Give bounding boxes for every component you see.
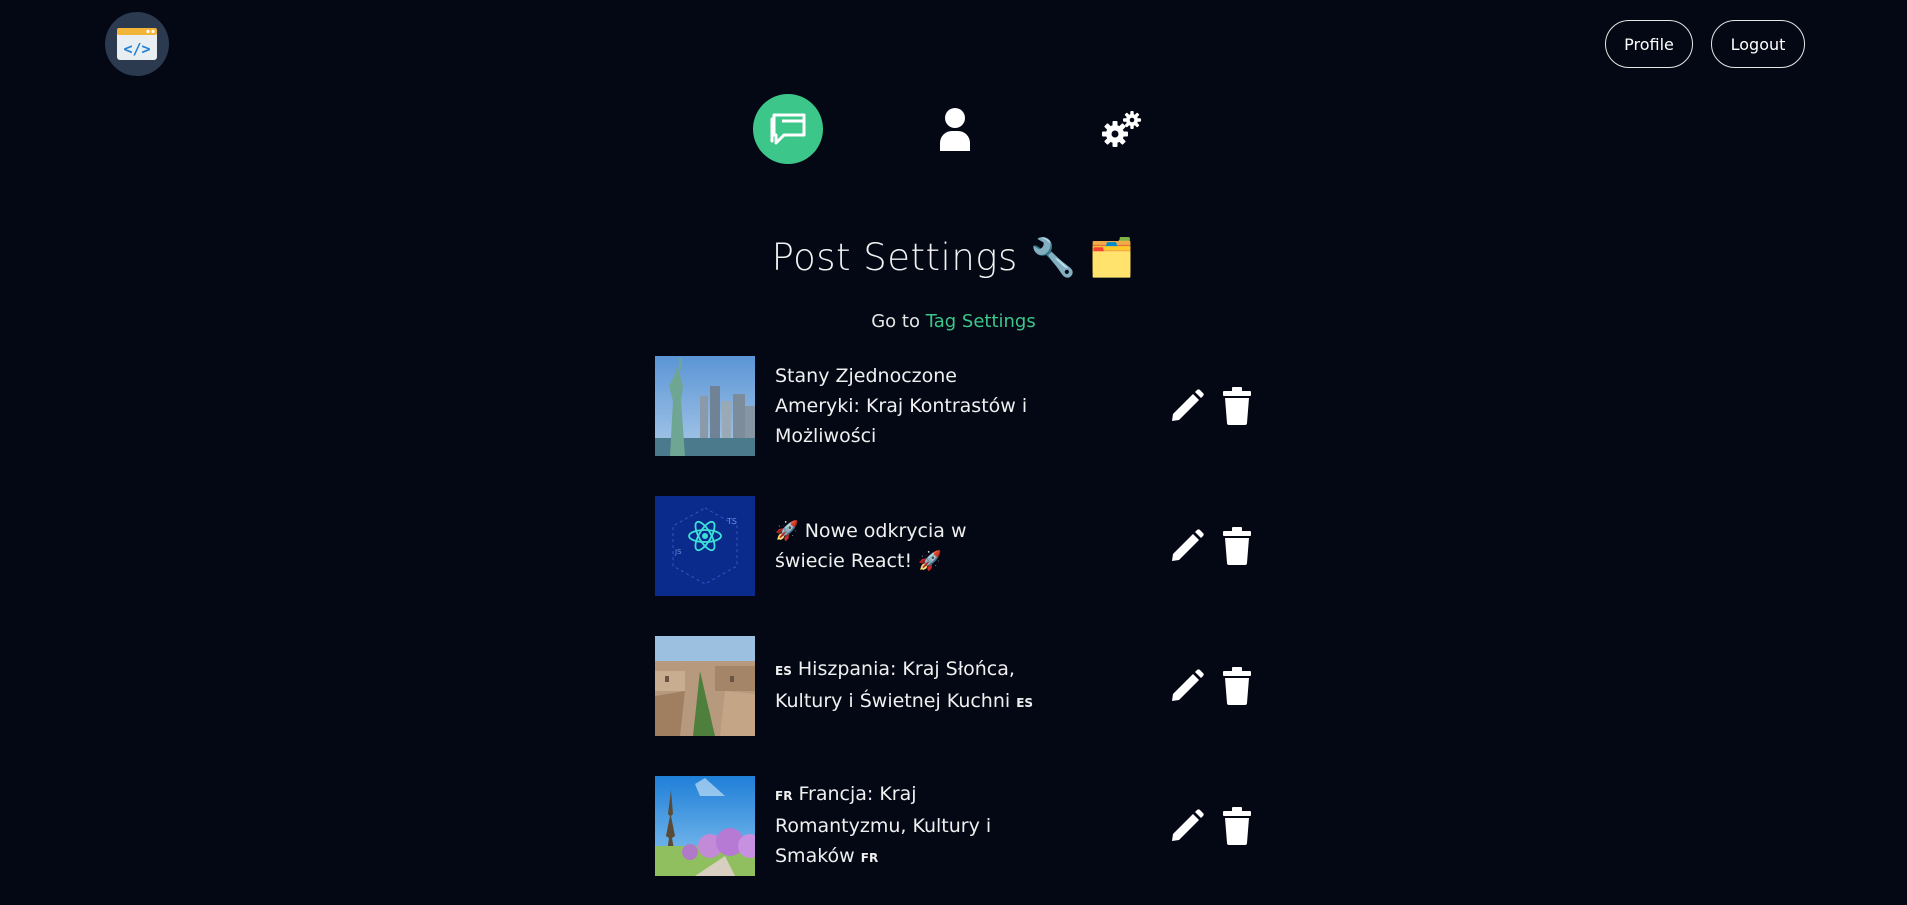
edit-button[interactable]: [1167, 806, 1207, 846]
tag-settings-link[interactable]: Tag Settings: [926, 311, 1036, 332]
flag-es: ES: [1016, 696, 1034, 710]
delete-button[interactable]: [1217, 806, 1257, 846]
delete-button[interactable]: [1217, 666, 1257, 706]
trash-icon: [1223, 667, 1251, 705]
pencil-icon: [1172, 529, 1204, 561]
goto-prefix: Go to: [871, 311, 926, 332]
post-item: TS JS 🚀 Nowe odkrycia w świecie React! 🚀: [655, 496, 1255, 596]
edit-button[interactable]: [1167, 526, 1207, 566]
code-window-icon: </>: [117, 28, 157, 60]
goto-line: Go to Tag Settings: [0, 311, 1907, 332]
nav-user[interactable]: [920, 94, 990, 164]
post-title: FR Francja: Kraj Romantyzmu, Kultury i S…: [775, 776, 1040, 876]
post-title: Stany Zjednoczone Ameryki: Kraj Kontrast…: [775, 365, 1028, 447]
post-title-text: Francja: Kraj Romantyzmu, Kultury i Smak…: [775, 783, 992, 867]
edit-button[interactable]: [1167, 386, 1207, 426]
post-thumbnail[interactable]: [655, 776, 755, 876]
nav-posts[interactable]: [753, 94, 823, 164]
post-item: FR Francja: Kraj Romantyzmu, Kultury i S…: [655, 776, 1255, 876]
post-title: 🚀 Nowe odkrycia w świecie React! 🚀: [775, 520, 967, 572]
logout-button[interactable]: Logout: [1711, 20, 1805, 68]
flag-fr: FR: [775, 789, 793, 803]
trash-icon: [1223, 387, 1251, 425]
delete-button[interactable]: [1217, 386, 1257, 426]
trash-icon: [1223, 807, 1251, 845]
post-thumbnail[interactable]: [655, 356, 755, 456]
pencil-icon: [1172, 809, 1204, 841]
chat-post-icon: [770, 113, 806, 145]
nav-settings[interactable]: [1087, 94, 1157, 164]
pencil-icon: [1172, 389, 1204, 421]
edit-button[interactable]: [1167, 666, 1207, 706]
post-item: Stany Zjednoczone Ameryki: Kraj Kontrast…: [655, 356, 1255, 456]
flag-es: ES: [775, 664, 792, 678]
page-title: Post Settings 🔧 🗂️: [771, 236, 1136, 279]
flag-fr: FR: [860, 851, 879, 865]
svg-text:TS: TS: [726, 517, 737, 526]
profile-button[interactable]: Profile: [1605, 20, 1693, 68]
svg-text:JS: JS: [674, 548, 682, 556]
trash-icon: [1223, 527, 1251, 565]
post-thumbnail[interactable]: [655, 636, 755, 736]
post-item: ES Hiszpania: Kraj Słońca, Kultury i Świ…: [655, 636, 1255, 736]
post-thumbnail[interactable]: TS JS: [655, 496, 755, 596]
post-title: ES Hiszpania: Kraj Słońca, Kultury i Świ…: [775, 636, 1040, 736]
user-icon: [940, 108, 970, 151]
logo[interactable]: </>: [105, 12, 169, 76]
post-title-text: Hiszpania: Kraj Słońca, Kultury i Świetn…: [775, 658, 1015, 712]
svg-text:</>: </>: [123, 40, 150, 58]
gears-icon: [1102, 111, 1141, 147]
delete-button[interactable]: [1217, 526, 1257, 566]
pencil-icon: [1172, 669, 1204, 701]
